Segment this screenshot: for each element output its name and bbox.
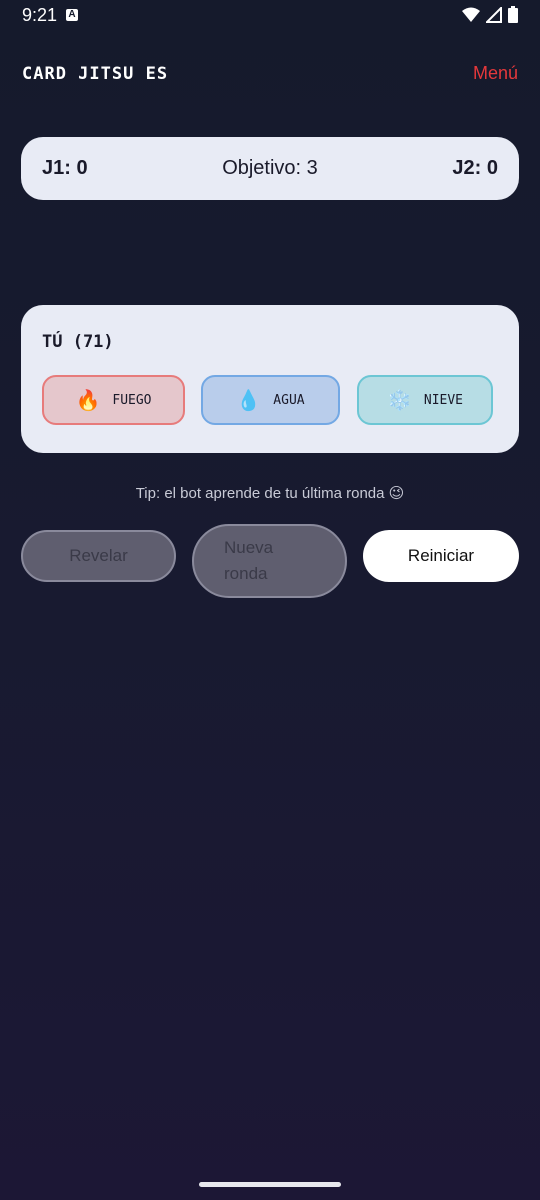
player-title: TÚ (71) [42, 332, 114, 352]
status-icons [462, 6, 518, 23]
tip-text: Tip: el bot aprende de tu última ronda 😉 [135, 485, 405, 502]
choice-label: NIEVE [423, 392, 464, 408]
battery-icon [508, 6, 518, 23]
app-title: CARD JITSU ES [22, 64, 169, 84]
snowflake-icon: ❄️ [386, 388, 412, 412]
new-round-button[interactable]: Nueva ronda [192, 524, 347, 598]
status-bar: 9:21 A [0, 0, 540, 32]
water-drop-icon: 💧 [236, 388, 262, 412]
menu-button[interactable]: Menú [473, 63, 518, 84]
scoreboard: J1: 0 Objetivo: 3 J2: 0 [21, 137, 519, 200]
objective-label: Objetivo: 3 [222, 157, 318, 179]
choice-label: AGUA [273, 392, 305, 408]
status-time: 9:21 [22, 5, 58, 25]
player2-score: J2: 0 [452, 157, 498, 179]
new-round-label: Nueva ronda [224, 538, 274, 583]
choice-fire-button[interactable]: 🔥 FUEGO [42, 375, 185, 425]
keyboard-a-icon: A [66, 9, 78, 21]
choice-snow-button[interactable]: ❄️ NIEVE [357, 375, 493, 425]
fire-icon: 🔥 [75, 388, 101, 412]
wifi-icon [462, 7, 480, 22]
reset-button[interactable]: Reiniciar [363, 530, 519, 582]
home-indicator[interactable] [199, 1182, 341, 1187]
player-hand-card: TÚ (71) 🔥 FUEGO 💧 AGUA ❄️ NIEVE [21, 305, 519, 453]
choice-label: FUEGO [112, 392, 152, 408]
signal-icon [486, 6, 502, 23]
reveal-button[interactable]: Revelar [21, 530, 176, 582]
choice-water-button[interactable]: 💧 AGUA [201, 375, 340, 425]
